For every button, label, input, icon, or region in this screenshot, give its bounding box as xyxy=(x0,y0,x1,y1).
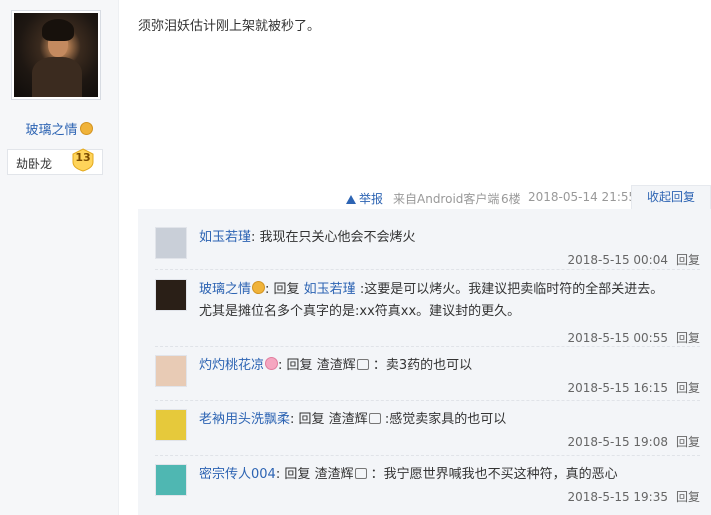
reply-button[interactable]: 回复 xyxy=(676,331,700,345)
reply-item: 老衲用头洗飘柔: 回复 渣渣辉 :感觉卖家具的也可以 2018-5-15 19:… xyxy=(155,409,700,453)
reply-prefix: : 回复 xyxy=(265,282,304,297)
reply-avatar[interactable] xyxy=(155,355,187,387)
reply-avatar[interactable] xyxy=(155,279,187,311)
post-content: 须弥泪妖估计刚上架就被秒了。 xyxy=(138,19,321,34)
reply-meta: 2018-5-15 19:08 回复 xyxy=(567,433,700,450)
reply-button[interactable]: 回复 xyxy=(676,435,700,449)
reply-divider xyxy=(155,400,700,401)
reply-button[interactable]: 回复 xyxy=(676,490,700,504)
reply-time: 2018-5-15 00:04 xyxy=(567,253,668,267)
author-sidebar: 玻璃之情 劫卧龙 13 xyxy=(0,0,119,515)
reply-body-line2: 尤其是摊位名多个真字的是:xx符真xx。建议封的更久。 xyxy=(199,304,521,319)
emoji-icon xyxy=(354,468,367,479)
author-avatar[interactable] xyxy=(11,10,101,100)
report-link[interactable]: 举报 xyxy=(346,190,383,207)
author-username[interactable]: 玻璃之情 xyxy=(0,119,118,138)
reply-target-user[interactable]: 渣渣辉 xyxy=(314,467,353,482)
reply-divider xyxy=(155,455,700,456)
reply-button[interactable]: 回复 xyxy=(676,381,700,395)
reply-text: 如玉若瑾: 我现在只关心他会不会烤火 xyxy=(199,227,699,249)
post-meta-row: 举报 来自Android客户端 6楼 2018-05-14 21:55 收起回复 xyxy=(340,185,711,209)
reply-item: 玻璃之情 : 回复 如玉若瑾 :这要是可以烤火。我建议把卖临时符的全部关进去。 尤… xyxy=(155,279,700,345)
reply-user[interactable]: 密宗传人004 xyxy=(199,467,276,482)
post-floor: 6楼 xyxy=(501,192,521,206)
reply-divider xyxy=(155,346,700,347)
author-username-text[interactable]: 玻璃之情 xyxy=(25,123,77,138)
reply-button[interactable]: 回复 xyxy=(676,253,700,267)
reply-user[interactable]: 玻璃之情 xyxy=(199,282,251,297)
reply-panel: 如玉若瑾: 我现在只关心他会不会烤火 2018-5-15 00:04 回复 玻璃之… xyxy=(138,209,711,515)
reply-item: 如玉若瑾: 我现在只关心他会不会烤火 2018-5-15 00:04 回复 xyxy=(155,227,700,271)
sad-face-icon xyxy=(252,281,266,294)
flower-icon xyxy=(265,357,279,370)
reply-item: 密宗传人004: 回复 渣渣辉 ：我宁愿世界喊我也不买这种符，真的恶心 2018… xyxy=(155,464,700,508)
level-number: 13 xyxy=(75,151,91,164)
reply-time: 2018-5-15 19:08 xyxy=(567,435,668,449)
reply-text: 老衲用头洗飘柔: 回复 渣渣辉 :感觉卖家具的也可以 xyxy=(199,409,699,431)
author-avatar-image xyxy=(14,13,98,97)
reply-user[interactable]: 老衲用头洗飘柔 xyxy=(199,412,290,427)
reply-body: ：卖3药的也可以 xyxy=(368,358,473,373)
reply-colon: : xyxy=(251,230,260,245)
reply-time: 2018-5-15 19:35 xyxy=(567,490,668,504)
reply-prefix: : 回复 xyxy=(275,467,315,482)
reply-prefix: : 回复 xyxy=(278,358,317,373)
reply-meta: 2018-5-15 16:15 回复 xyxy=(567,379,700,396)
reply-prefix: : 回复 xyxy=(290,412,329,427)
reply-avatar[interactable] xyxy=(155,227,187,259)
reply-user[interactable]: 灼灼桃花凉 xyxy=(199,358,264,373)
emoji-icon xyxy=(356,359,369,370)
reply-body: :感觉卖家具的也可以 xyxy=(380,412,507,427)
reply-meta: 2018-5-15 00:04 回复 xyxy=(567,251,700,268)
report-label[interactable]: 举报 xyxy=(359,192,383,206)
reply-meta: 2018-5-15 19:35 回复 xyxy=(567,488,700,505)
level-badge-icon: 13 xyxy=(72,148,94,172)
reply-target-user[interactable]: 渣渣辉 xyxy=(317,358,356,373)
sad-face-icon xyxy=(79,122,93,135)
warning-icon xyxy=(346,195,356,204)
reply-divider xyxy=(155,269,700,270)
reply-target-user[interactable]: 渣渣辉 xyxy=(329,412,368,427)
reply-text: 玻璃之情 : 回复 如玉若瑾 :这要是可以烤火。我建议把卖临时符的全部关进去。 尤… xyxy=(199,279,699,323)
reply-text: 密宗传人004: 回复 渣渣辉 ：我宁愿世界喊我也不买这种符，真的恶心 xyxy=(199,464,699,486)
emoji-icon xyxy=(368,413,381,424)
post-time: 2018-05-14 21:55 xyxy=(528,190,637,204)
reply-text: 灼灼桃花凉 : 回复 渣渣辉 ：卖3药的也可以 xyxy=(199,355,699,377)
reply-avatar[interactable] xyxy=(155,409,187,441)
author-level-box[interactable]: 劫卧龙 13 xyxy=(7,148,103,175)
reply-meta: 2018-5-15 00:55 回复 xyxy=(567,329,700,346)
reply-avatar[interactable] xyxy=(155,464,187,496)
reply-body: :这要是可以烤火。我建议把卖临时符的全部关进去。 xyxy=(355,282,664,297)
reply-item: 灼灼桃花凉 : 回复 渣渣辉 ：卖3药的也可以 2018-5-15 16:15 回复 xyxy=(155,355,700,399)
reply-body: ：我宁愿世界喊我也不买这种符，真的恶心 xyxy=(366,467,618,482)
post-client: 来自Android客户端 xyxy=(393,192,500,206)
reply-time: 2018-5-15 16:15 xyxy=(567,381,668,395)
reply-target-user[interactable]: 如玉若瑾 xyxy=(304,282,356,297)
reply-body: 我现在只关心他会不会烤火 xyxy=(259,230,416,245)
reply-user[interactable]: 如玉若瑾 xyxy=(199,230,251,245)
collapse-replies-button[interactable]: 收起回复 xyxy=(631,185,711,209)
level-title: 劫卧龙 xyxy=(16,157,53,171)
reply-time: 2018-5-15 00:55 xyxy=(567,331,668,345)
